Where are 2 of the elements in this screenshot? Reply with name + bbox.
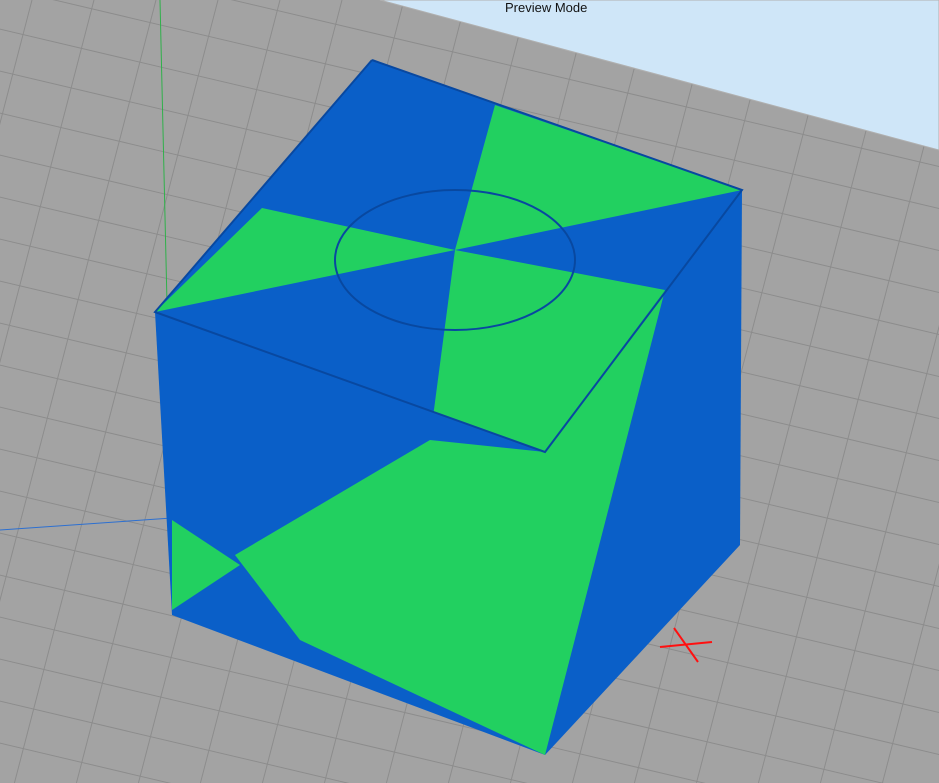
mode-label: Preview Mode	[505, 0, 588, 15]
origin-marker-icon	[660, 627, 712, 663]
